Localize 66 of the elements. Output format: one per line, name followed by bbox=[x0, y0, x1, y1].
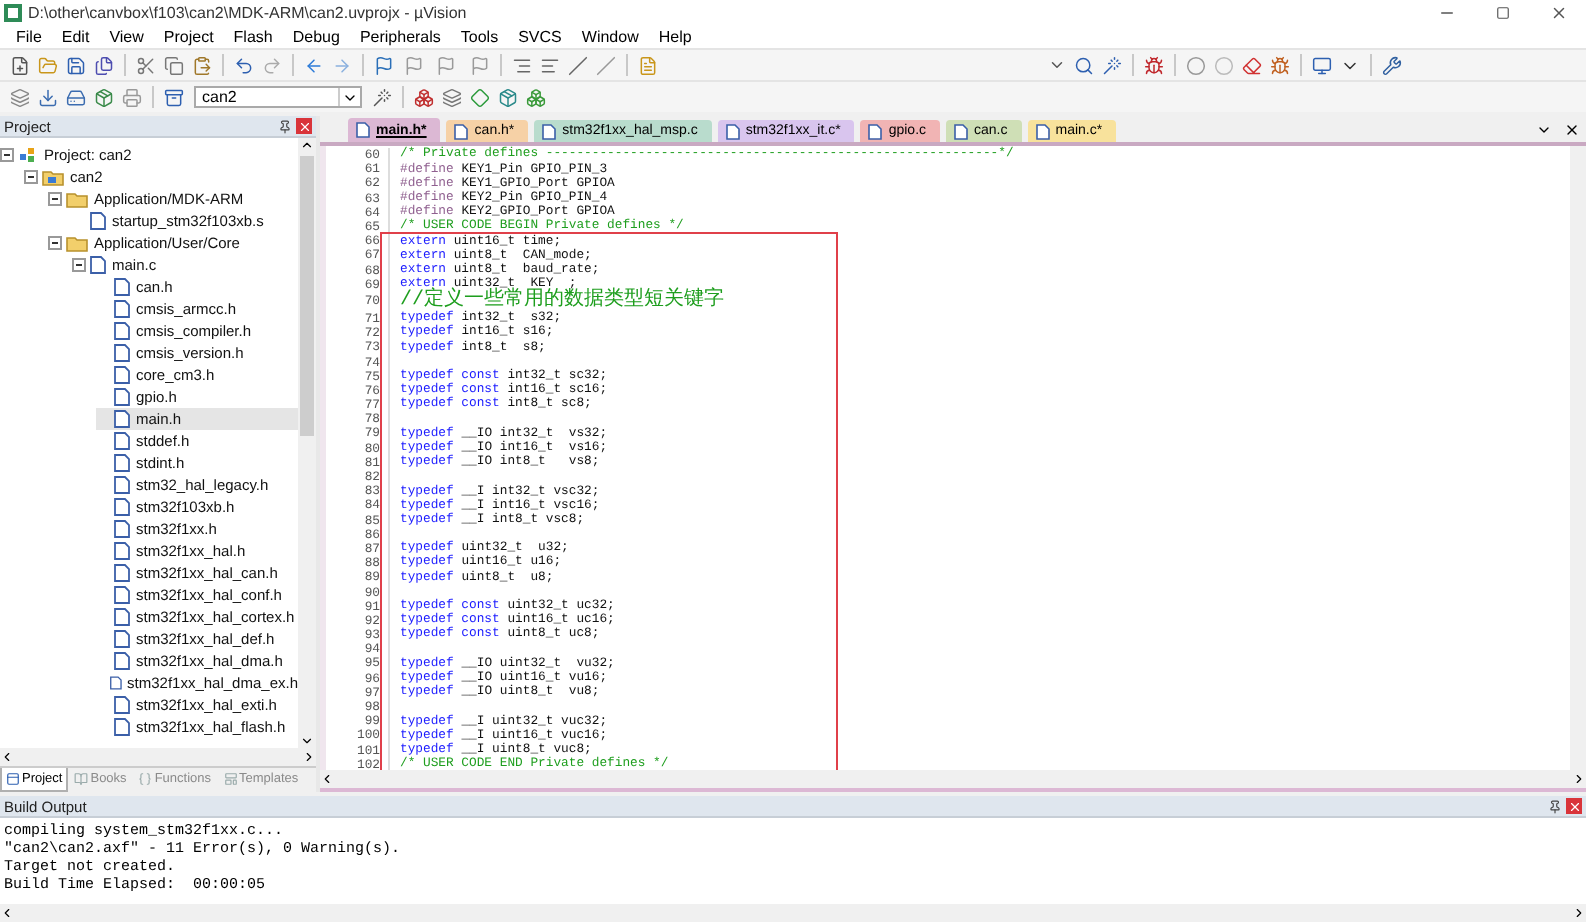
layers-icon[interactable] bbox=[438, 84, 466, 110]
horizontal-scrollbar[interactable] bbox=[0, 904, 1586, 922]
menu-item[interactable]: Project bbox=[153, 27, 224, 45]
tab-icon bbox=[223, 772, 237, 786]
package-icon[interactable] bbox=[90, 84, 118, 110]
vertical-scrollbar[interactable] bbox=[1570, 146, 1586, 770]
menu-item[interactable]: File bbox=[6, 27, 52, 45]
scroll-up-icon[interactable] bbox=[300, 138, 314, 152]
menu-item[interactable]: Flash bbox=[223, 27, 283, 45]
file-icon bbox=[356, 122, 370, 138]
folder-icon bbox=[42, 169, 64, 185]
scroll-left-icon[interactable] bbox=[0, 906, 14, 920]
wand-icon[interactable] bbox=[1098, 52, 1126, 78]
save-all-icon[interactable] bbox=[90, 52, 118, 78]
file-icon bbox=[1035, 123, 1050, 139]
folder-icon bbox=[66, 191, 88, 207]
target-select[interactable]: can2 bbox=[194, 86, 362, 108]
diamond-icon[interactable] bbox=[466, 84, 494, 110]
circle-icon[interactable] bbox=[1182, 52, 1210, 78]
copy-icon[interactable] bbox=[160, 52, 188, 78]
load-icon[interactable] bbox=[160, 84, 188, 110]
menu-item[interactable]: Edit bbox=[51, 27, 100, 45]
options-icon[interactable] bbox=[368, 84, 396, 110]
boxes-icon[interactable] bbox=[522, 84, 550, 110]
save-icon[interactable] bbox=[62, 52, 90, 78]
eraser-icon[interactable] bbox=[1238, 52, 1266, 78]
breakpoint-icon[interactable] bbox=[1266, 52, 1294, 78]
horizontal-scrollbar[interactable] bbox=[0, 748, 316, 766]
menu-item[interactable]: Help bbox=[648, 27, 702, 45]
vertical-scrollbar[interactable] bbox=[298, 138, 316, 748]
wrench-icon[interactable] bbox=[1378, 52, 1406, 78]
tab-icon bbox=[138, 772, 153, 786]
code-line: //定义一些常用的数据类型短关键字 bbox=[400, 291, 725, 312]
window-title: D:\other\canvbox\f103\can2\MDK-ARM\can2.uvprojx - µVision bbox=[28, 3, 469, 21]
scroll-down-icon[interactable] bbox=[300, 734, 314, 748]
components-icon[interactable] bbox=[410, 84, 438, 110]
menu-item[interactable]: Window bbox=[571, 27, 649, 45]
find-icon[interactable] bbox=[1070, 52, 1098, 78]
menu-item[interactable]: Tools bbox=[450, 27, 509, 45]
file-icon bbox=[454, 123, 469, 139]
project-icon bbox=[18, 146, 38, 164]
tab-icon bbox=[74, 772, 89, 786]
menu-item[interactable]: View bbox=[99, 27, 154, 45]
pin-icon[interactable] bbox=[276, 118, 292, 134]
file-icon bbox=[90, 212, 106, 230]
file-icon bbox=[725, 123, 740, 139]
scroll-right-icon[interactable] bbox=[1572, 906, 1586, 920]
tab-icon bbox=[6, 772, 20, 786]
horizontal-scrollbar[interactable] bbox=[320, 770, 1586, 788]
file-icon bbox=[954, 123, 969, 139]
layers-icon[interactable] bbox=[6, 84, 34, 110]
download-icon[interactable] bbox=[34, 84, 62, 110]
folder-icon bbox=[66, 235, 88, 251]
menu-item[interactable]: Debug bbox=[282, 27, 350, 45]
file-icon bbox=[542, 123, 557, 139]
debug-icon[interactable] bbox=[1140, 52, 1168, 78]
menu-item[interactable]: Peripherals bbox=[349, 27, 451, 45]
pin-icon[interactable] bbox=[1546, 798, 1562, 814]
scroll-left-icon[interactable] bbox=[0, 750, 14, 764]
window-icon[interactable] bbox=[1308, 52, 1336, 78]
package-icon[interactable] bbox=[494, 84, 522, 110]
file-icon bbox=[868, 123, 883, 139]
menu-item[interactable]: SVCS bbox=[508, 27, 572, 45]
scroll-right-icon[interactable] bbox=[1572, 772, 1586, 786]
scroll-left-icon[interactable] bbox=[320, 772, 334, 786]
scroll-right-icon[interactable] bbox=[302, 750, 316, 764]
